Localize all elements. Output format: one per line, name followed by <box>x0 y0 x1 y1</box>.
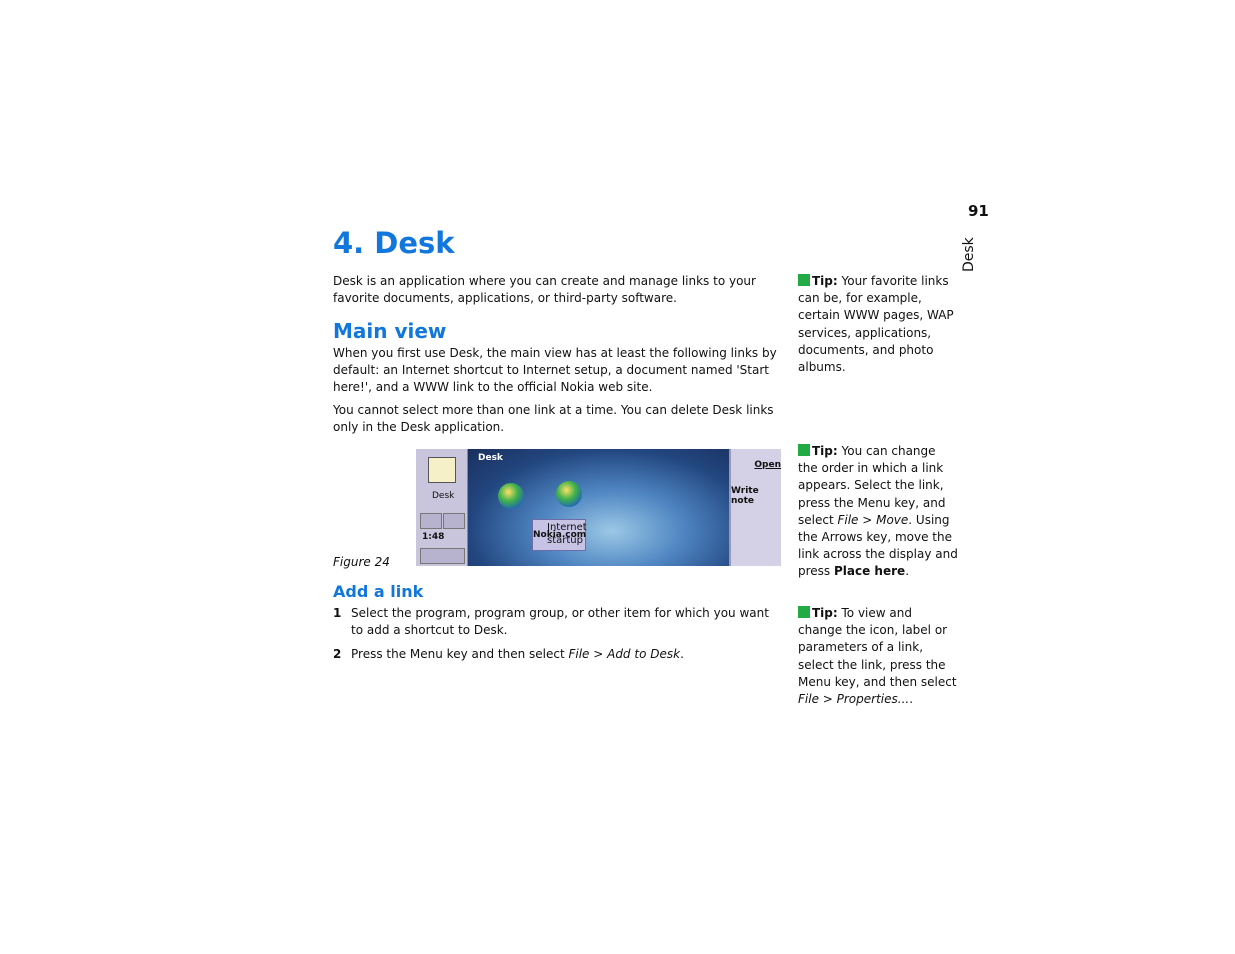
figure-caption: Figure 24 <box>333 555 390 569</box>
step-1: 1 Select the program, program group, or … <box>333 605 781 641</box>
chapter-intro: Desk is an application where you can cre… <box>333 274 756 305</box>
step-number: 1 <box>333 606 342 620</box>
step-text: Select the program, program group, or ot… <box>351 606 769 637</box>
main-view-heading: Main view <box>333 319 447 343</box>
step-2: 2 Press the Menu key and then select Fil… <box>333 646 781 664</box>
tip-link-properties: Tip: To view and change the icon, label … <box>798 606 957 707</box>
chapter-side-label: Desk <box>961 237 977 272</box>
globe-icon-internet <box>556 481 582 507</box>
write-note-button-label: Write note <box>731 486 759 506</box>
page-number: 91 <box>968 202 989 220</box>
figure-app-title: Desk <box>478 453 503 463</box>
step-text: Press the Menu key and then select File … <box>351 647 684 661</box>
tip-link-order: Tip: You can change the order in which a… <box>798 444 958 579</box>
figure-clock: 1:48 <box>422 532 445 542</box>
internet-startup-label: Internet startup <box>547 522 587 546</box>
figure-left-panel: Desk 1:48 <box>416 449 468 566</box>
figure-command-panel: Open Write note <box>729 449 781 566</box>
desk-app-icon <box>428 457 456 483</box>
add-link-heading: Add a link <box>333 582 424 601</box>
link-tool-icon <box>420 513 442 529</box>
step-number: 2 <box>333 647 342 661</box>
tip-square-icon <box>798 274 810 286</box>
tip-favorite-links: Tip: Your favorite links can be, for exa… <box>798 274 954 375</box>
figure-left-label: Desk <box>432 491 455 501</box>
figure-wallpaper: Desk Nokia.com Internet startup <box>468 449 729 566</box>
signal-battery-icon <box>420 548 465 564</box>
desk-screenshot-figure: Desk 1:48 Desk Nokia.com Internet startu… <box>416 449 781 566</box>
main-view-paragraph-2: You cannot select more than one link at … <box>333 403 774 434</box>
tip-square-icon <box>798 606 810 618</box>
main-view-paragraph-1: When you first use Desk, the main view h… <box>333 346 777 394</box>
computer-icon <box>443 513 465 529</box>
tip-square-icon <box>798 444 810 456</box>
chapter-title: 4. Desk <box>333 226 455 260</box>
globe-icon <box>498 483 524 509</box>
open-button-label: Open <box>754 460 781 470</box>
